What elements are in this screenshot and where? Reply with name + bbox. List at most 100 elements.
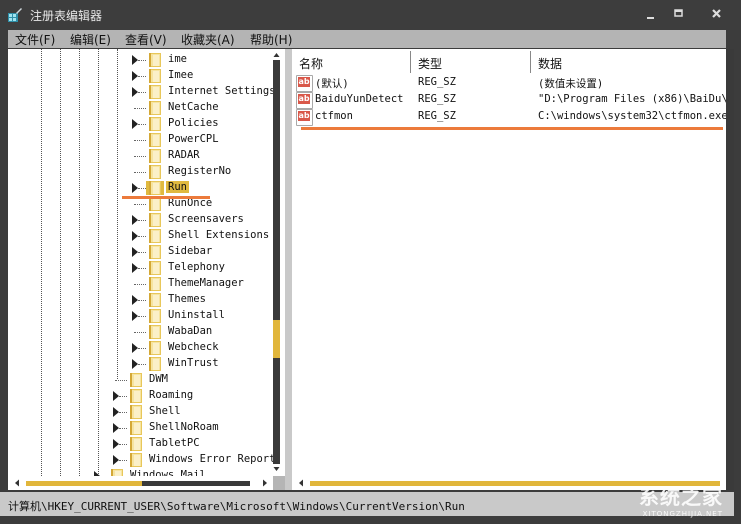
folder-icon <box>130 405 142 419</box>
window-right-edge <box>726 49 734 490</box>
values-list[interactable]: 名称 类型 数据 ab (默认) REG_SZ (数值未设置) ab Baidu… <box>292 49 726 490</box>
tree-item-label: Internet Settings <box>168 85 276 97</box>
folder-icon <box>149 197 161 211</box>
scrollbar-track[interactable] <box>273 60 280 464</box>
tree-item-label: PowerCPL <box>168 133 219 145</box>
folder-icon <box>149 341 161 355</box>
tree-item-label: Sidebar <box>168 245 213 257</box>
menu-file[interactable]: 文件(F) <box>15 31 55 48</box>
menu-help[interactable]: 帮助(H) <box>250 31 292 48</box>
tree-item-label: Windows Mail <box>130 469 206 476</box>
menu-edit[interactable]: 编辑(E) <box>70 31 111 48</box>
menu-favorites[interactable]: 收藏夹(A) <box>181 31 235 48</box>
watermark: 系统之家 XITONGZHIJIA.NET <box>639 481 723 518</box>
value-data: C:\windows\system32\ctfmon.exe <box>538 110 726 122</box>
tree-guide-line <box>41 49 42 476</box>
folder-icon <box>149 149 161 163</box>
folder-icon <box>149 213 161 227</box>
window-title: 注册表编辑器 <box>30 9 103 23</box>
tree-item-label: RADAR <box>168 149 200 161</box>
tree-connector <box>119 412 127 413</box>
tree-connector <box>115 380 127 381</box>
column-header-type[interactable]: 类型 <box>418 55 442 72</box>
tree-item-label: Run <box>166 181 189 193</box>
tree-item-label: Uninstall <box>168 309 225 321</box>
folder-icon <box>149 261 161 275</box>
tree-guide-line <box>60 49 61 476</box>
tree-connector <box>119 396 127 397</box>
tree-item-label: Imee <box>168 69 194 81</box>
folder-icon <box>149 309 161 323</box>
folder-icon <box>149 229 161 243</box>
regedit-icon <box>8 8 22 22</box>
value-name: ctfmon <box>315 110 353 122</box>
tree-connector <box>138 60 146 61</box>
tree-item-label: ShellNoRoam <box>149 421 219 433</box>
tree-connector <box>138 364 146 365</box>
annotation-underline-run <box>122 196 210 199</box>
tree-guide-line <box>98 49 99 476</box>
column-separator[interactable] <box>530 51 531 73</box>
registry-tree[interactable]: ime Imee Internet Settings NetCache Policies… <box>8 49 285 476</box>
folder-icon <box>149 85 161 99</box>
tree-item-label: Windows Error Report <box>149 453 276 465</box>
scroll-left-arrow-icon[interactable] <box>14 479 20 487</box>
tree-connector <box>119 460 127 461</box>
tree-connector <box>119 444 127 445</box>
tree-connector <box>138 316 146 317</box>
scrollbar-thumb[interactable] <box>26 481 142 486</box>
tree-connector <box>138 124 146 125</box>
tree-connector <box>138 348 146 349</box>
value-name: BaiduYunDetect <box>315 93 404 105</box>
maximize-icon[interactable] <box>668 6 690 22</box>
folder-icon <box>130 421 142 435</box>
folder-icon <box>149 245 161 259</box>
folder-icon <box>149 69 161 83</box>
folder-icon <box>146 181 164 195</box>
column-separator[interactable] <box>410 51 411 73</box>
tree-item-label: Screensavers <box>168 213 244 225</box>
tree-connector <box>138 300 146 301</box>
tree-item-label: DWM <box>149 373 168 385</box>
folder-icon <box>130 389 142 403</box>
string-value-icon: ab <box>296 75 313 92</box>
folder-icon <box>149 165 161 179</box>
value-type: REG_SZ <box>418 76 456 88</box>
tree-item-label: Webcheck <box>168 341 219 353</box>
status-bar: 计算机\HKEY_CURRENT_USER\Software\Microsoft… <box>0 492 734 516</box>
tree-item-label: Policies <box>168 117 219 129</box>
menu-view[interactable]: 查看(V) <box>125 31 167 48</box>
scrollbar-corner <box>273 476 285 490</box>
value-row[interactable]: ab (默认) REG_SZ (数值未设置) <box>296 75 726 92</box>
value-row[interactable]: ab ctfmon REG_SZ C:\windows\system32\ctf… <box>296 109 726 126</box>
tree-item-label: Telephony <box>168 261 225 273</box>
tree-item-label: ThemeManager <box>168 277 244 289</box>
tree-connector <box>134 156 146 157</box>
tree-guide-line <box>117 49 118 379</box>
minimize-icon[interactable] <box>640 6 662 22</box>
tree-item-label: TabletPC <box>149 437 200 449</box>
column-header-data[interactable]: 数据 <box>538 55 562 72</box>
folder-icon <box>149 101 161 115</box>
pane-splitter[interactable] <box>285 49 292 490</box>
scrollbar-thumb[interactable] <box>273 320 280 358</box>
value-row[interactable]: ab BaiduYunDetect REG_SZ "D:\Program Fil… <box>296 92 726 109</box>
folder-icon <box>149 117 161 131</box>
string-value-icon: ab <box>296 109 313 126</box>
scroll-left-arrow-icon[interactable] <box>298 479 304 487</box>
value-data: "D:\Program Files (x86)\BaiDu\Yu <box>538 93 726 105</box>
tree-connector <box>134 108 146 109</box>
tree-connector <box>138 220 146 221</box>
tree-vertical-scrollbar[interactable] <box>273 50 280 474</box>
tree-item-label: Themes <box>168 293 206 305</box>
tree-item-label: NetCache <box>168 101 219 113</box>
tree-connector <box>138 76 146 77</box>
scroll-right-arrow-icon[interactable] <box>262 479 268 487</box>
tree-horizontal-scrollbar[interactable] <box>8 476 273 490</box>
tree-connector <box>134 204 146 205</box>
column-header-name[interactable]: 名称 <box>299 55 323 72</box>
scroll-down-arrow-icon[interactable] <box>273 466 280 472</box>
scroll-up-arrow-icon[interactable] <box>273 52 280 58</box>
tree-connector <box>119 428 127 429</box>
close-icon[interactable] <box>706 6 728 22</box>
